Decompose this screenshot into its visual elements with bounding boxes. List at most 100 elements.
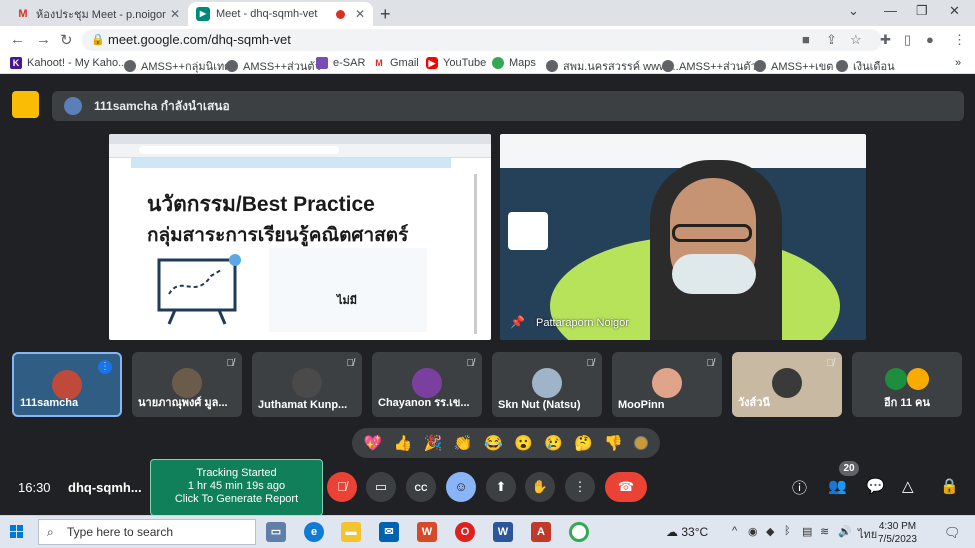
acrobat-icon[interactable]: A [531,522,551,542]
bookmark-gmail[interactable]: M Gmail [373,57,419,69]
reaction-sad[interactable]: 😢 [544,434,563,452]
sidepanel-icon[interactable]: ▯ [904,32,911,48]
leave-call-button[interactable]: ☎ [605,472,647,502]
bookmark-amss-khet[interactable]: AMSS++เขต [754,57,833,75]
speaker-tile[interactable]: 📌 Pattaraporn Noigor [500,134,866,340]
mic-toggle-button[interactable]: 🎙̸ [327,472,357,502]
reaction-party[interactable]: 🎉 [424,434,443,452]
reload-icon[interactable]: ↻ [60,31,73,49]
address-bar[interactable]: 🔒 meet.google.com/dhq-sqmh-vet [82,29,882,51]
people-icon[interactable]: 👥 [828,477,847,495]
camera-toggle-button[interactable]: ▭ [366,472,396,502]
profile-avatar[interactable]: ● [926,32,934,47]
more-bookmarks-icon[interactable]: » [955,57,961,69]
restore-button[interactable]: ❐ [916,3,928,19]
edge-icon[interactable]: e [304,522,324,542]
tray-chevron-icon[interactable]: ^ [732,525,737,537]
new-tab-button[interactable]: + [380,4,391,25]
wps-icon[interactable]: W [417,522,437,542]
camera-icon[interactable]: ■ [802,32,810,47]
more-participants-tile[interactable]: อีก 11 คน [852,352,962,417]
tab-search-icon[interactable]: ⌄ [848,3,859,19]
file-explorer-icon[interactable]: ▬ [341,522,361,542]
tracking-report-button[interactable]: Tracking Started 1 hr 45 min 19s ago Cli… [150,459,323,516]
opera-icon[interactable]: O [455,522,475,542]
word-icon[interactable]: W [493,522,513,542]
participant-tile[interactable]: 🎙̸ นายภาณุพงศ์ มูล... [132,352,242,417]
taskbar-search-input[interactable]: ⌕ Type here to search [38,519,256,545]
close-window-button[interactable]: ✕ [949,3,960,19]
present-button[interactable]: ⬆ [486,472,516,502]
back-icon[interactable]: ← [10,31,25,48]
tab-meet[interactable]: ▶ Meet - dhq-sqmh-vet ✕ [188,2,373,26]
reaction-thumbs-up[interactable]: 👍 [394,434,413,452]
bookmark-amss-personal-2[interactable]: AMSS++ส่วนตัว [662,57,757,75]
participant-tile[interactable]: 🎙̸ Juthamat Kunp... [252,352,362,417]
notifications-icon[interactable]: 🗨 [944,525,961,541]
share-icon[interactable]: ⇪ [826,32,837,48]
scrollbar[interactable] [474,174,477,334]
chrome-icon[interactable] [569,522,589,542]
extensions-icon[interactable]: ✚ [880,32,891,48]
bookmark-kahoot[interactable]: K Kahoot! - My Kaho... [10,57,127,69]
reactions-button[interactable]: ☺ [446,472,476,502]
captions-button[interactable]: CC [406,472,436,502]
skin-tone-icon[interactable] [634,436,649,450]
volume-icon[interactable]: 🔊 [838,525,852,538]
smile-icon: ☺ [454,479,468,494]
bookmark-maps[interactable]: Maps [492,57,536,69]
info-icon[interactable]: ⓘ [792,477,807,498]
bluetooth-icon[interactable]: ᛒ [784,525,791,537]
chat-icon[interactable]: 💬 [866,477,885,495]
reaction-laugh[interactable]: 😂 [484,434,503,452]
system-clock[interactable]: 4:30 PM 7/5/2023 [878,520,917,546]
participant-tile[interactable]: 🎙̸ Skn Nut (Natsu) [492,352,602,417]
raise-hand-button[interactable]: ✋ [525,472,555,502]
host-controls-icon[interactable]: 🔒 [940,477,959,495]
tray-app-icon[interactable]: ◆ [766,525,774,538]
reaction-surprised[interactable]: 😮 [514,434,533,452]
mail-icon[interactable]: ✉ [379,522,399,542]
wifi-icon[interactable]: ≋ [820,525,829,538]
bookmark-amss-nithet[interactable]: AMSS++กลุ่มนิเทศ [124,57,231,75]
network-icon[interactable]: ▤ [802,525,812,538]
more-options-button[interactable]: ⋮ [565,472,595,502]
close-tab-icon[interactable]: ✕ [355,7,365,21]
tray-app-icon[interactable]: ◉ [748,525,758,538]
meeting-code[interactable]: dhq-sqmh... [68,480,142,495]
menu-icon[interactable]: ⋮ [953,32,966,48]
participant-tile[interactable]: 🎙̸ วังส์วนี [732,352,842,417]
presentation-tile[interactable]: นวัตกรรม/Best Practice กลุ่มสาระการเรียน… [109,134,491,340]
reaction-thinking[interactable]: 🤔 [574,434,593,452]
presentation-icon[interactable] [12,91,39,118]
cloud-icon: ☁ [666,525,678,539]
reaction-heart[interactable]: 💖 [364,434,383,452]
minimize-button[interactable]: — [884,3,897,18]
weather-widget[interactable]: ☁ 33°C [666,525,708,539]
reaction-clap[interactable]: 👏 [454,434,473,452]
tab-gmail[interactable]: M ห้องประชุม Meet - p.noigor@gmail ✕ [8,2,188,26]
forward-icon[interactable]: → [36,31,51,48]
bookmark-esar[interactable]: e-SAR [316,57,365,69]
task-view-icon[interactable]: ▭ [266,522,286,542]
participant-tile[interactable]: ⋮ 111samcha [12,352,122,417]
activities-icon[interactable]: △ [902,477,914,495]
windows-start-icon[interactable] [10,525,24,539]
slide-subtitle: กลุ่มสาระการเรียนรู้คณิตศาสตร์ [147,225,409,246]
presenting-text: 111samcha กำลังนำเสนอ [94,98,230,113]
bookmark-spm[interactable]: สพม.นครสวรรค์ www.... [546,57,679,75]
bookmark-salary[interactable]: เงินเดือน [836,57,895,75]
star-icon[interactable]: ☆ [850,32,862,48]
participant-tile[interactable]: 🎙̸ Chayanon รร.เข... [372,352,482,417]
participant-tile[interactable]: 🎙̸ MooPinn [612,352,722,417]
close-tab-icon[interactable]: ✕ [170,7,180,21]
present-icon: ⬆ [495,479,507,494]
pin-icon[interactable]: 📌 [510,315,525,329]
bookmark-amss-personal[interactable]: AMSS++ส่วนตัว [226,57,321,75]
meet-logo [508,212,548,250]
globe-icon [124,60,136,72]
language-indicator[interactable]: ไทย [858,525,877,543]
bookmark-youtube[interactable]: ▶ YouTube [426,57,486,69]
reaction-thumbs-down[interactable]: 👎 [604,434,623,452]
speaker-name: Pattaraporn Noigor [536,317,629,329]
